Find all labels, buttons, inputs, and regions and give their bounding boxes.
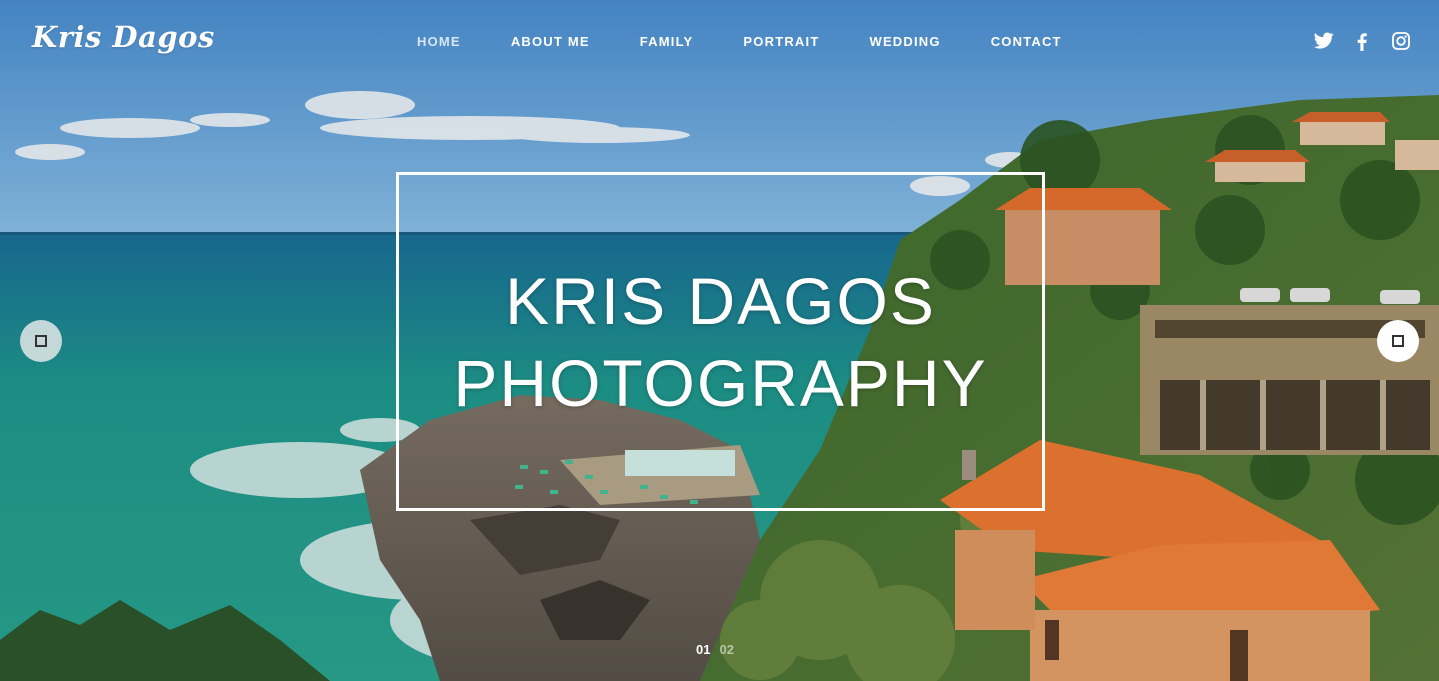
nav-item-family[interactable]: FAMILY (640, 34, 694, 49)
nav-item-wedding[interactable]: WEDDING (869, 34, 940, 49)
top-navigation-bar: Kris Dagos HOME ABOUT ME FAMILY PORTRAIT… (0, 0, 1439, 84)
nav-item-portrait[interactable]: PORTRAIT (743, 34, 819, 49)
nav-item-home[interactable]: HOME (417, 34, 461, 49)
instagram-icon[interactable] (1389, 30, 1413, 52)
slider-prev-button[interactable] (20, 320, 62, 362)
site-logo[interactable]: Kris Dagos (32, 20, 215, 54)
square-icon (35, 335, 47, 347)
social-links (1311, 30, 1413, 52)
nav-item-about-me[interactable]: ABOUT ME (511, 34, 590, 49)
slider-pagination: 01 02 (696, 642, 743, 657)
hero-title-line-2: PHOTOGRAPHY (453, 345, 988, 420)
hero-title-line-1: KRIS DAGOS (505, 263, 936, 338)
slider-page-2[interactable]: 02 (719, 642, 733, 657)
main-nav: HOME ABOUT ME FAMILY PORTRAIT WEDDING CO… (417, 34, 1112, 49)
nav-item-contact[interactable]: CONTACT (991, 34, 1062, 49)
slider-page-1[interactable]: 01 (696, 642, 710, 657)
facebook-icon[interactable] (1350, 30, 1374, 52)
hero-slider: Kris Dagos HOME ABOUT ME FAMILY PORTRAIT… (0, 0, 1439, 681)
hero-title-frame: KRIS DAGOS PHOTOGRAPHY (396, 172, 1045, 511)
slider-next-button[interactable] (1377, 320, 1419, 362)
square-icon (1392, 335, 1404, 347)
twitter-icon[interactable] (1311, 30, 1335, 52)
